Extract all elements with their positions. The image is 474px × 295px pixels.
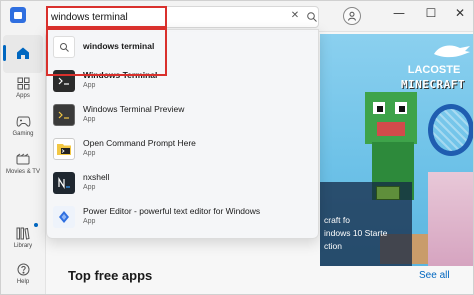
sidebar-item-home[interactable] xyxy=(3,35,43,73)
result-row[interactable]: Windows Terminal Preview App xyxy=(47,98,320,132)
result-title: Open Command Prompt Here xyxy=(83,138,196,148)
nxshell-icon xyxy=(53,172,75,194)
result-subtitle: App xyxy=(83,184,96,191)
sidebar: Apps Gaming Movies & TV Library Help xyxy=(1,31,45,294)
hero-brand-text: LACOSTE xyxy=(407,64,461,76)
movies-icon xyxy=(15,151,31,167)
gaming-icon xyxy=(15,113,31,129)
power-editor-icon xyxy=(53,206,75,228)
sidebar-item-label: Gaming xyxy=(12,131,34,137)
search-icon[interactable] xyxy=(306,10,318,24)
creeper-character xyxy=(365,92,417,144)
library-icon xyxy=(15,225,31,241)
close-window-button[interactable]: ✕ xyxy=(445,3,473,23)
hero-card-line2: indows 10 Starte xyxy=(324,228,388,238)
highlight-box-results xyxy=(46,28,167,76)
close-icon: ✕ xyxy=(454,6,466,20)
result-row[interactable]: Open Command Prompt Here App xyxy=(47,132,320,166)
result-title: Power Editor - powerful text editor for … xyxy=(83,206,261,216)
section-title: Top free apps xyxy=(68,268,153,283)
command-prompt-icon xyxy=(53,138,75,160)
close-icon: ✕ xyxy=(290,10,300,21)
minimize-icon: — xyxy=(393,6,405,20)
sidebar-item-gaming[interactable]: Gaming xyxy=(3,111,43,149)
minimize-button[interactable]: — xyxy=(384,3,414,23)
sidebar-item-label: Library xyxy=(13,243,33,249)
see-all-link[interactable]: See all xyxy=(419,270,450,281)
result-row[interactable]: nxshell App xyxy=(47,166,320,200)
sidebar-item-library[interactable]: Library xyxy=(3,223,43,261)
profile-avatar-button[interactable] xyxy=(343,7,361,25)
tennis-racket-image xyxy=(428,104,473,156)
store-app-icon xyxy=(10,7,26,23)
sidebar-item-label: Apps xyxy=(16,93,30,99)
sidebar-item-label: Help xyxy=(16,279,30,285)
sidebar-item-help[interactable]: Help xyxy=(3,259,43,294)
result-row[interactable]: Power Editor - powerful text editor for … xyxy=(47,200,320,234)
hero-card-line3: ction xyxy=(324,241,342,251)
highlight-box-search xyxy=(46,6,167,28)
result-title: nxshell xyxy=(83,172,110,182)
result-subtitle: App xyxy=(83,116,96,123)
result-title: Windows Terminal Preview xyxy=(83,104,185,114)
home-icon xyxy=(15,45,31,61)
maximize-button[interactable]: ☐ xyxy=(416,3,446,23)
person-icon xyxy=(348,11,356,21)
hero-promo-card[interactable]: craft fo indows 10 Starte ction xyxy=(320,182,412,266)
apps-icon xyxy=(15,75,31,91)
terminal-preview-icon xyxy=(53,104,75,126)
sidebar-item-movies-tv[interactable]: Movies & TV xyxy=(3,149,43,187)
update-dot xyxy=(34,223,38,227)
store-window: — ☐ ✕ Apps Gaming Movies & TV Library He… xyxy=(0,0,474,295)
result-subtitle: App xyxy=(83,82,96,89)
hero-card-line1: craft fo xyxy=(324,215,350,225)
result-subtitle: App xyxy=(83,218,96,225)
maximize-icon: ☐ xyxy=(425,6,437,20)
sidebar-item-label: Movies & TV xyxy=(6,169,40,175)
next-banner-peek[interactable] xyxy=(428,172,473,266)
help-icon xyxy=(15,261,31,277)
crocodile-logo-icon xyxy=(434,45,470,58)
clear-search-button[interactable]: ✕ xyxy=(289,10,301,24)
result-subtitle: App xyxy=(83,150,96,157)
sidebar-item-apps[interactable]: Apps xyxy=(3,73,43,111)
